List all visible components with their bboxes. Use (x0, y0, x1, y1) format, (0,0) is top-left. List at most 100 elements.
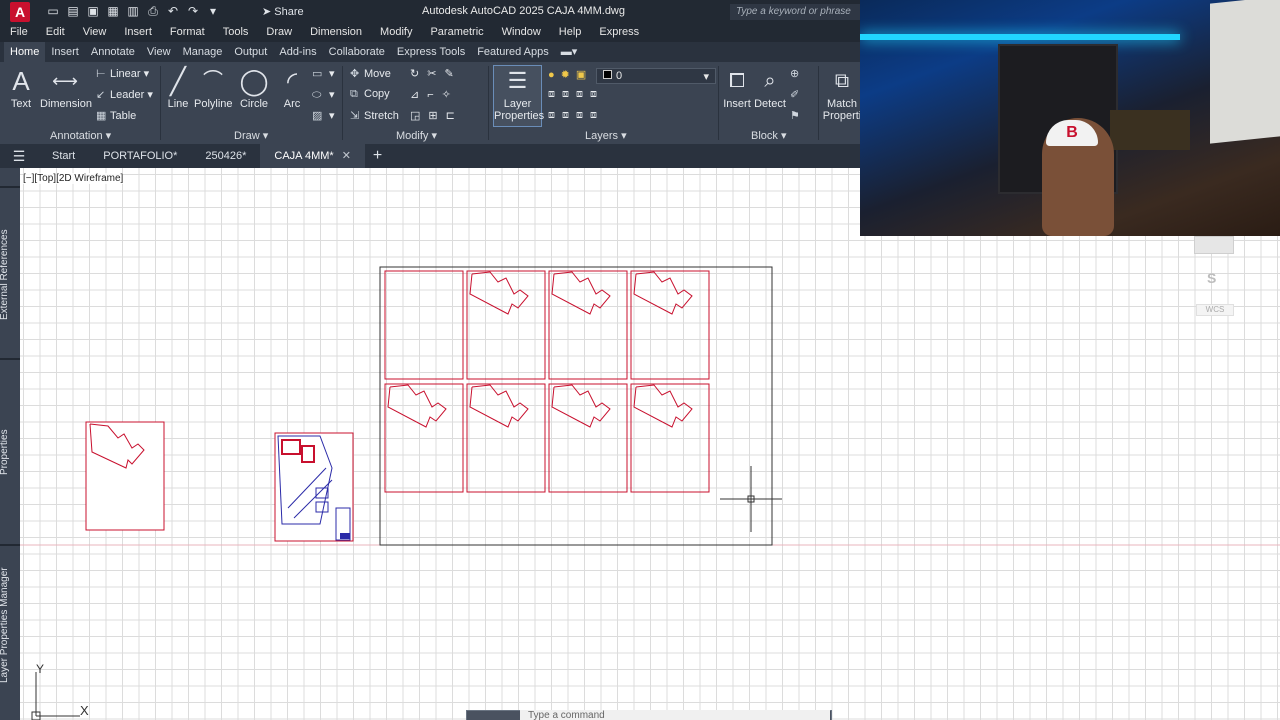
print-icon[interactable]: ⎙ (146, 4, 160, 18)
save-icon[interactable]: ▣ (86, 4, 100, 18)
scale-icon[interactable]: ◲ (410, 110, 428, 122)
menu-file[interactable]: File (10, 24, 28, 42)
block-tool-1[interactable]: ⊕ (790, 67, 804, 80)
open-folder-icon[interactable]: ▤ (66, 4, 80, 18)
trim-icon[interactable]: ✂ (427, 68, 444, 80)
tab-add-ins[interactable]: Add-ins (273, 42, 322, 62)
mirror-icon[interactable]: ⊿ (410, 89, 427, 101)
layer-tools-row-3[interactable]: ⧈⧈⧈⧈ (548, 109, 604, 122)
bulb-icon[interactable]: ● (548, 69, 561, 81)
close-icon[interactable]: ✕ (342, 150, 351, 162)
search-input[interactable]: Type a keyword or phrase (730, 4, 860, 20)
menu-window[interactable]: Window (502, 24, 541, 42)
polyline-button[interactable]: ⌒ Polyline (194, 64, 233, 110)
drawing-area[interactable]: [−][Top][2D Wireframe] Y X (20, 168, 1280, 720)
layer-tools-row-2[interactable]: ⧈⧈⧈⧈ (548, 88, 604, 101)
layers-panel-title[interactable]: Layers ▾ (585, 129, 627, 142)
tab-250426[interactable]: 250426* (191, 144, 260, 168)
leader-button[interactable]: ↙ Leader ▾ (96, 88, 153, 101)
block-tool-3[interactable]: ⚑ (790, 109, 804, 122)
layer-tool-6-icon[interactable]: ⧈ (562, 109, 576, 121)
hamburger-menu-icon[interactable]: ☰ (0, 148, 38, 165)
ellipse-tool[interactable]: ⬭ ▾ (312, 88, 335, 102)
offset-icon[interactable]: ⊏ (446, 110, 463, 122)
layer-tool-5-icon[interactable]: ⧈ (548, 109, 562, 121)
share-button[interactable]: ➤ Share (262, 5, 304, 18)
sheet-cell[interactable] (630, 383, 710, 493)
tab-caja-4mm[interactable]: CAJA 4MM* ✕ (260, 144, 365, 168)
modify-panel-title[interactable]: Modify ▾ (396, 129, 437, 142)
rotate-icon[interactable]: ↻ (410, 68, 427, 80)
tab-view[interactable]: View (141, 42, 177, 62)
external-references-palette[interactable]: External References (0, 192, 21, 358)
hatch-tool[interactable]: ▨ ▾ (312, 109, 335, 122)
stretch-button[interactable]: ⇲ Stretch (350, 109, 399, 122)
menu-dimension[interactable]: Dimension (310, 24, 362, 42)
layer-properties-label-group[interactable]: ☰ Layer Properties (494, 64, 544, 123)
sheet-cell[interactable] (630, 270, 710, 380)
insert-block-button[interactable]: ⧠ Insert (722, 64, 752, 110)
sheet-cell[interactable] (466, 270, 546, 380)
tab-express-tools[interactable]: Express Tools (391, 42, 471, 62)
sheet-cell[interactable] (384, 383, 464, 493)
layer-properties-manager-palette[interactable]: Layer Properties Manager (0, 550, 21, 700)
modify-tools-row-2[interactable]: ⊿⌐✧ (410, 88, 459, 101)
sheet-frame[interactable] (379, 266, 773, 546)
copy-button[interactable]: ⧉ Copy (350, 88, 390, 101)
text-button[interactable]: A Text (8, 64, 34, 110)
app-menu-button[interactable]: A (10, 2, 30, 22)
menu-format[interactable]: Format (170, 24, 205, 42)
dimension-button[interactable]: ⟷ Dimension (40, 64, 92, 110)
chevron-down-icon[interactable]: ▾ (206, 4, 220, 18)
redo-icon[interactable]: ↷ (186, 4, 200, 18)
properties-palette[interactable]: Properties (0, 364, 21, 540)
annotation-panel-title[interactable]: Annotation ▾ (50, 129, 111, 142)
wcs-menu[interactable]: WCS (1196, 304, 1234, 316)
sheet-detail[interactable] (274, 432, 354, 542)
move-button[interactable]: ✥ Move (350, 67, 391, 80)
modify-tools-row-3[interactable]: ◲⊞⊏ (410, 109, 463, 122)
menu-tools[interactable]: Tools (223, 24, 249, 42)
ribbon-options-icon[interactable]: ▬▾ (555, 42, 584, 62)
sheet-cell[interactable] (548, 383, 628, 493)
detect-button[interactable]: ⌕ Detect (754, 64, 786, 110)
layer-tool-7-icon[interactable]: ⧈ (576, 109, 590, 121)
menu-insert[interactable]: Insert (124, 24, 152, 42)
tab-manage[interactable]: Manage (177, 42, 229, 62)
rectangle-tool[interactable]: ▭ ▾ (312, 67, 335, 80)
table-button[interactable]: ▦ Table (96, 109, 136, 122)
tab-insert[interactable]: Insert (45, 42, 85, 62)
tab-featured-apps[interactable]: Featured Apps (471, 42, 555, 62)
line-button[interactable]: ╱ Line (164, 64, 192, 110)
erase-icon[interactable]: ✎ (444, 68, 461, 80)
layer-tool-8-icon[interactable]: ⧈ (590, 109, 604, 121)
explode-icon[interactable]: ✧ (442, 89, 459, 101)
compass-south-label[interactable]: S (1207, 270, 1216, 286)
circle-button[interactable]: ◯ Circle (238, 64, 270, 110)
tab-annotate[interactable]: Annotate (85, 42, 141, 62)
layer-tool-2-icon[interactable]: ⧈ (562, 88, 576, 100)
block-panel-title[interactable]: Block ▾ (751, 129, 786, 142)
fillet-icon[interactable]: ⌐ (427, 89, 441, 101)
modify-tools-row-1[interactable]: ↻✂✎ (410, 67, 462, 80)
save-as-icon[interactable]: ▦ (106, 4, 120, 18)
layer-dropdown[interactable]: 0 ▾ (596, 68, 716, 84)
tab-collaborate[interactable]: Collaborate (323, 42, 391, 62)
menu-express[interactable]: Express (599, 24, 639, 42)
sheet-cell[interactable] (548, 270, 628, 380)
menu-draw[interactable]: Draw (266, 24, 292, 42)
viewcube[interactable] (1194, 236, 1234, 254)
arc-button[interactable]: ◜ Arc (278, 64, 306, 110)
menu-view[interactable]: View (83, 24, 107, 42)
match-properties-button[interactable]: ⧉ Match Properti (822, 64, 862, 123)
tab-start[interactable]: Start (38, 144, 89, 168)
linear-button[interactable]: ⊢ Linear ▾ (96, 67, 149, 80)
tab-output[interactable]: Output (228, 42, 273, 62)
layer-state-icons[interactable]: ●✹▣ (548, 68, 592, 81)
array-icon[interactable]: ⊞ (428, 110, 445, 122)
tab-portafolio[interactable]: PORTAFOLIO* (89, 144, 191, 168)
sheet-cell-empty[interactable] (384, 270, 464, 380)
menu-modify[interactable]: Modify (380, 24, 412, 42)
new-tab-button[interactable]: + (373, 147, 382, 165)
sun-icon[interactable]: ✹ (561, 69, 576, 81)
